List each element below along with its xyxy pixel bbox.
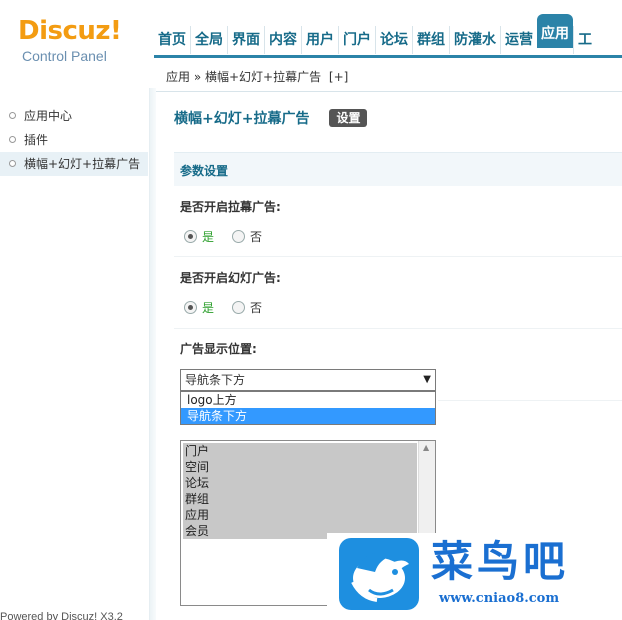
nav-global[interactable]: 全局 — [190, 26, 227, 54]
powered-by: Powered by Discuz! X3.2 — [0, 611, 123, 620]
watermark-title: 菜鸟吧 — [431, 537, 570, 586]
logo-subtitle: Control Panel — [22, 48, 107, 64]
position-dropdown: logo上方 导航条下方 — [180, 391, 436, 425]
nav-operation[interactable]: 运营 — [500, 26, 537, 54]
slide-ad-no-label[interactable]: 否 — [250, 299, 262, 316]
divider — [174, 328, 622, 329]
position-select[interactable]: 导航条下方 ▼ — [180, 369, 436, 391]
title-row: 横幅+幻灯+拉幕广告 设置 — [174, 108, 368, 128]
curtain-ad-yes-radio[interactable] — [184, 230, 197, 243]
curtain-ad-radio-group: 是 否 — [184, 228, 262, 245]
curtain-ad-yes-label[interactable]: 是 — [202, 228, 214, 245]
bullet-icon — [9, 160, 16, 167]
bird-logo-icon — [339, 538, 419, 610]
slide-ad-radio-group: 是 否 — [184, 299, 262, 316]
sidebar: 应用中心 插件 横幅+幻灯+拉幕广告 — [0, 88, 150, 620]
breadcrumb-text[interactable]: 应用 » 横幅+幻灯+拉幕广告 — [166, 70, 321, 84]
section-header: 参数设置 — [174, 152, 622, 186]
list-item[interactable]: 应用 — [183, 507, 417, 523]
sidebar-menu: 应用中心 插件 横幅+幻灯+拉幕广告 — [0, 104, 148, 176]
position-label: 广告显示位置: — [180, 342, 257, 356]
nav-style[interactable]: 界面 — [227, 26, 264, 54]
settings-button[interactable]: 设置 — [329, 109, 368, 127]
header: Discuz! Control Panel 首页 全局 界面 内容 用户 门户 … — [0, 0, 622, 64]
module-list: 门户 空间 论坛 群组 应用 会员 — [183, 443, 417, 539]
list-item[interactable]: 门户 — [183, 443, 417, 459]
divider — [174, 256, 622, 257]
page-title: 横幅+幻灯+拉幕广告 — [174, 111, 310, 127]
breadcrumb: 应用 » 横幅+幻灯+拉幕广告 [+] — [166, 68, 348, 85]
slide-ad-label: 是否开启幻灯广告: — [180, 271, 281, 285]
dropdown-arrow-icon: ▼ — [423, 374, 431, 385]
curtain-ad-no-label[interactable]: 否 — [250, 228, 262, 245]
bullet-icon — [9, 112, 16, 119]
nav-home[interactable]: 首页 — [154, 26, 190, 54]
sidebar-item-label: 插件 — [24, 133, 49, 147]
sidebar-item-ad-plugin[interactable]: 横幅+幻灯+拉幕广告 — [0, 152, 148, 176]
slide-ad-yes-radio[interactable] — [184, 301, 197, 314]
list-item[interactable]: 论坛 — [183, 475, 417, 491]
list-item[interactable]: 群组 — [183, 491, 417, 507]
section-title: 参数设置 — [180, 164, 229, 178]
nav-group[interactable]: 群组 — [412, 26, 449, 54]
divider — [438, 400, 622, 401]
slide-ad-yes-label[interactable]: 是 — [202, 299, 214, 316]
sidebar-item-label: 应用中心 — [24, 109, 73, 123]
breadcrumb-bar: 应用 » 横幅+幻灯+拉幕广告 [+] — [154, 58, 622, 92]
curtain-ad-label: 是否开启拉幕广告: — [180, 200, 281, 214]
sidebar-item-plugins[interactable]: 插件 — [0, 128, 148, 152]
top-nav: 首页 全局 界面 内容 用户 门户 论坛 群组 防灌水 运营 应用 工 — [154, 14, 596, 56]
nav-forum[interactable]: 论坛 — [375, 26, 412, 54]
nav-apps[interactable]: 应用 — [537, 14, 573, 48]
nav-content[interactable]: 内容 — [264, 26, 301, 54]
sidebar-item-app-center[interactable]: 应用中心 — [0, 104, 148, 128]
nav-tools[interactable]: 工 — [573, 26, 596, 54]
position-option-below-nav[interactable]: 导航条下方 — [181, 408, 435, 424]
nav-portal[interactable]: 门户 — [338, 26, 375, 54]
nav-users[interactable]: 用户 — [301, 26, 338, 54]
bullet-icon — [9, 136, 16, 143]
position-option-logo-top[interactable]: logo上方 — [181, 392, 435, 408]
position-select-value: 导航条下方 — [185, 373, 246, 387]
curtain-ad-no-radio[interactable] — [232, 230, 246, 243]
scroll-up-icon[interactable]: ▲ — [423, 443, 429, 452]
logo[interactable]: Discuz! Control Panel — [18, 16, 122, 65]
list-item[interactable]: 空间 — [183, 459, 417, 475]
watermark: 菜鸟吧 www.cniao8.com — [327, 533, 622, 620]
nav-anti-spam[interactable]: 防灌水 — [449, 26, 500, 54]
breadcrumb-add[interactable]: [+] — [329, 70, 348, 84]
slide-ad-no-radio[interactable] — [232, 301, 246, 314]
sidebar-item-label: 横幅+幻灯+拉幕广告 — [24, 157, 141, 171]
logo-text: Discuz! — [18, 16, 122, 46]
watermark-url: www.cniao8.com — [439, 591, 560, 606]
